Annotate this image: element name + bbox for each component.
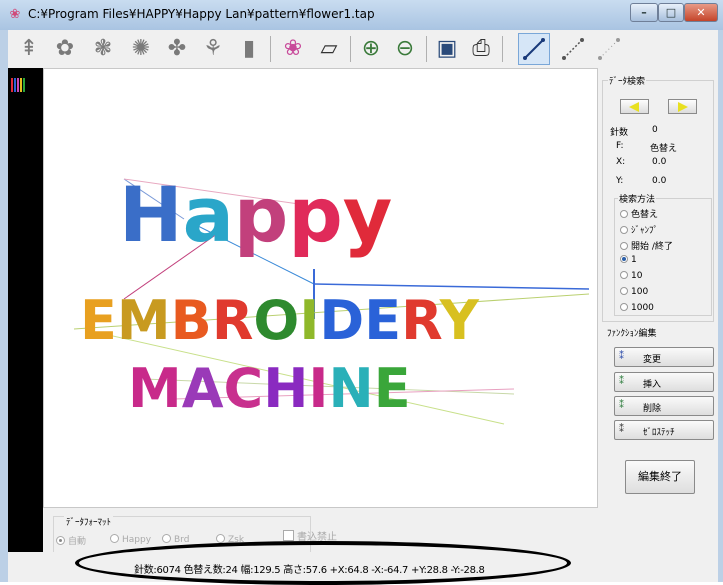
maximize-button[interactable]: □ — [658, 3, 684, 22]
motif-tool-icon[interactable]: ✺ — [126, 34, 156, 64]
delete-button[interactable]: ⁑ 削除 — [614, 396, 714, 416]
search-method-start-end[interactable]: 開始 /終了 — [620, 239, 673, 252]
jump-icon[interactable] — [594, 34, 624, 64]
radio-dot-icon — [216, 534, 225, 543]
delete-stitch-icon: ⁑ — [619, 400, 624, 411]
right-panel: ﾃﾞｰﾀ検索 針数 0 F: 色替え X: 0.0 Y: 0.0 検索方法 色替… — [598, 68, 718, 552]
app-flower-icon: ❀ — [9, 7, 21, 22]
toolbar-separator — [502, 36, 503, 62]
radio-dot-icon — [620, 226, 628, 234]
left-arrow-icon — [629, 102, 639, 112]
change-stitch-icon: ⁑ — [619, 351, 624, 362]
window-title: C:¥Program Files¥HAPPY¥Happy Lan¥pattern… — [28, 7, 375, 21]
toolbar: ⇞ ✿ ❃ ✺ ✤ ⚘ ▮ ❀ ▱ ⊕ ⊖ ▣ ⎙ — [8, 30, 718, 68]
design-line-3: MACHINE — [128, 357, 411, 420]
dot-line-icon[interactable] — [558, 34, 588, 64]
title-bar: ❀ C:¥Program Files¥HAPPY¥Happy Lan¥patte… — [0, 0, 723, 30]
design-canvas[interactable]: Happy EMBROIDERY MACHINE — [43, 68, 598, 508]
design-line-2: EMBROIDERY — [80, 289, 480, 352]
stitch-count-value: 0 — [652, 125, 658, 135]
function-label: F: — [616, 141, 624, 151]
flower-icon[interactable]: ❀ — [278, 34, 308, 64]
right-arrow-icon — [678, 102, 688, 112]
toolbar-separator — [350, 36, 351, 62]
insert-stitch-icon: ⁑ — [619, 376, 624, 387]
cross-tool-icon[interactable]: ✤ — [162, 34, 192, 64]
zoom-in-icon[interactable]: ⊕ — [356, 34, 386, 64]
search-method-10[interactable]: 10 — [620, 271, 642, 281]
toolbar-separator — [270, 36, 271, 62]
radio-dot-icon — [620, 303, 628, 311]
insert-button[interactable]: ⁑ 挿入 — [614, 372, 714, 392]
radio-dot-icon — [162, 534, 171, 543]
design-line-1: Happy — [119, 170, 392, 259]
radio-dot-icon — [620, 242, 628, 250]
minimize-button[interactable]: – — [630, 3, 658, 22]
search-method-jump[interactable]: ｼﾞｬﾝﾌﾟ — [620, 223, 658, 236]
search-method-1000[interactable]: 1000 — [620, 303, 654, 313]
thread-colors-icon[interactable] — [11, 78, 25, 92]
stitch-count-label: 針数 — [610, 128, 629, 138]
radio-dot-icon — [620, 255, 628, 263]
stitch-tool-icon[interactable]: ⇞ — [14, 34, 44, 64]
radio-dot-icon — [56, 536, 65, 545]
zero-stitch-button[interactable]: ⁑ ｾﾞﾛｽﾃｯﾁ — [614, 420, 714, 440]
block-tool-icon[interactable]: ▮ — [234, 34, 264, 64]
end-edit-button[interactable]: 編集終了 — [625, 460, 695, 494]
highlight-ellipse — [75, 541, 571, 585]
zero-stitch-icon: ⁑ — [619, 424, 624, 435]
save-icon[interactable]: ▣ — [432, 34, 462, 64]
radio-dot-icon — [620, 287, 628, 295]
function-edit-legend: ﾌｧﾝｸｼｮﾝ編集 — [606, 326, 658, 339]
search-method-legend: 検索方法 — [618, 192, 657, 205]
y-label: Y: — [616, 176, 624, 186]
format-radio-happy[interactable]: Happy — [110, 534, 151, 545]
data-format-legend: ﾃﾞｰﾀﾌｫｰﾏｯﾄ — [64, 515, 114, 528]
format-radio-brd[interactable]: Brd — [162, 534, 189, 545]
x-label: X: — [616, 157, 626, 167]
radio-dot-icon — [110, 534, 119, 543]
search-prev-button[interactable] — [620, 99, 649, 114]
search-method-color-change[interactable]: 色替え — [620, 207, 658, 220]
radio-dot-icon — [620, 271, 628, 279]
data-search-legend: ﾃﾞｰﾀ検索 — [608, 74, 647, 87]
zoom-out-icon[interactable]: ⊖ — [390, 34, 420, 64]
print-icon[interactable]: ⎙ — [466, 34, 496, 64]
y-value: 0.0 — [652, 176, 667, 186]
search-method-1[interactable]: 1 — [620, 255, 637, 265]
application-window: ❀ C:¥Program Files¥HAPPY¥Happy Lan¥patte… — [0, 0, 723, 585]
satin-tool-icon[interactable]: ❃ — [88, 34, 118, 64]
thread-color-bar — [8, 68, 43, 552]
radio-dot-icon — [620, 210, 628, 218]
change-button[interactable]: ⁑ 変更 — [614, 347, 714, 367]
fill-tool-icon[interactable]: ✿ — [50, 34, 80, 64]
close-button[interactable]: ✕ — [684, 3, 718, 22]
line-mode-icon[interactable] — [518, 33, 550, 65]
format-radio-auto[interactable]: 自動 — [56, 534, 86, 547]
sheet-icon[interactable]: ▱ — [314, 34, 344, 64]
checkbox-box-icon — [283, 530, 294, 541]
search-next-button[interactable] — [668, 99, 697, 114]
function-value: 色替え — [650, 144, 678, 154]
search-method-100[interactable]: 100 — [620, 287, 648, 297]
toolbar-separator — [426, 36, 427, 62]
x-value: 0.0 — [652, 157, 667, 167]
embroidery-design: Happy EMBROIDERY MACHINE — [73, 170, 590, 425]
pattern-tool-icon[interactable]: ⚘ — [198, 34, 228, 64]
